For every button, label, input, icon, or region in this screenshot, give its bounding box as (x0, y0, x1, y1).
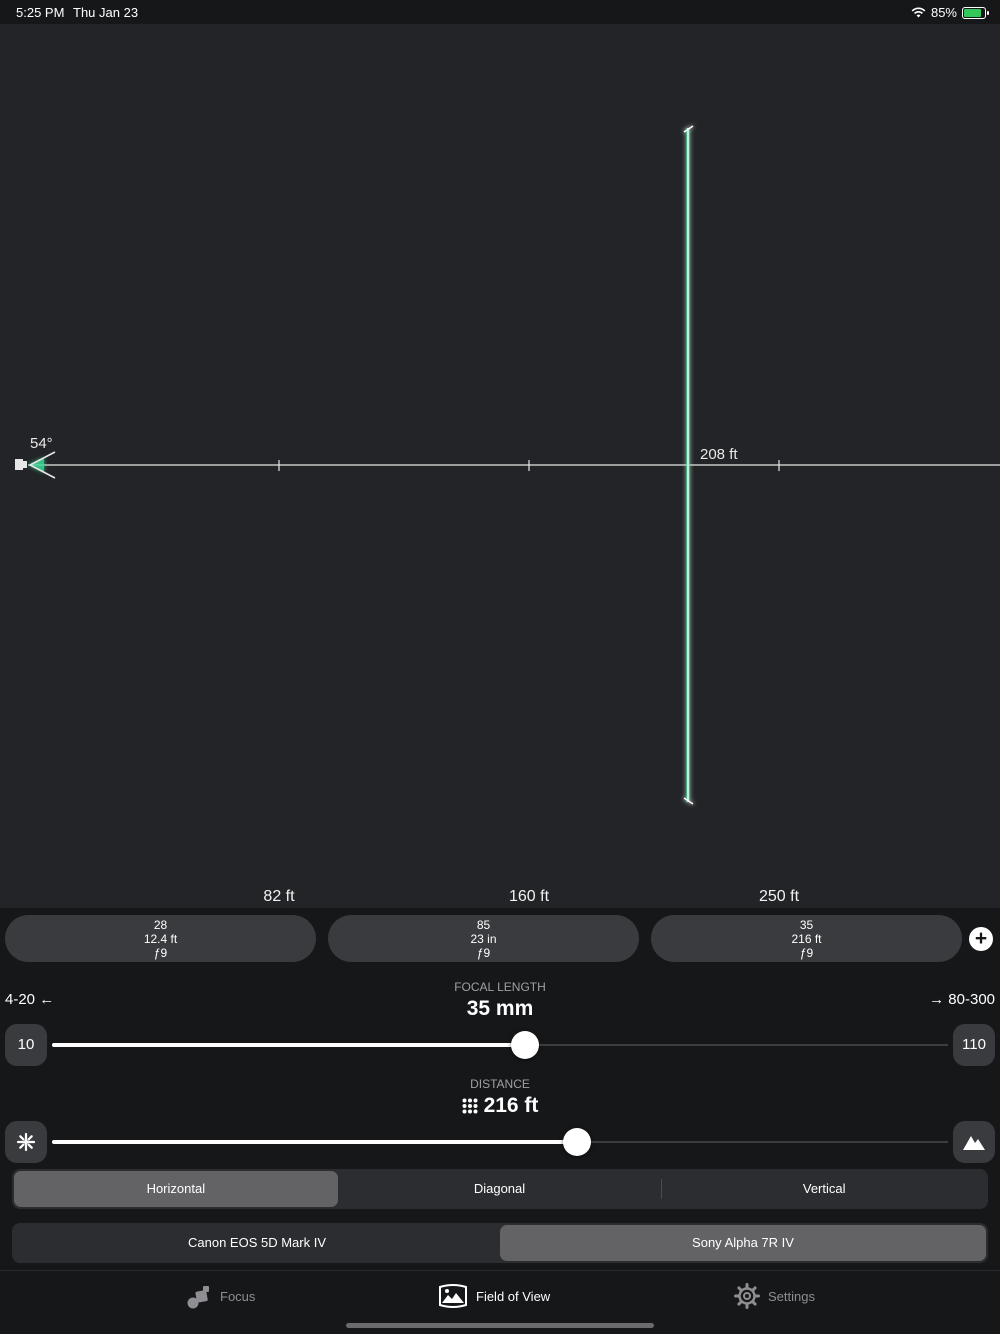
battery-charging-icon (962, 6, 989, 19)
distance-mark-1: 82 ft (263, 888, 295, 905)
preset-distance: 12.4 ft (143, 932, 178, 946)
flower-macro-icon (16, 1132, 36, 1152)
focal-length-slider[interactable] (52, 1031, 948, 1059)
view-angle-label: 54° (30, 435, 53, 452)
focal-length-slider-thumb[interactable] (511, 1031, 539, 1059)
preset-distance: 23 in (470, 932, 497, 946)
tab-settings-label: Settings (768, 1288, 815, 1304)
status-indicators: 85% (911, 5, 989, 20)
tab-settings[interactable]: Settings (734, 1283, 815, 1309)
focus-icon (187, 1286, 209, 1309)
distance-slider-fill (52, 1140, 577, 1144)
distance-label: DISTANCE (470, 1077, 530, 1091)
focal-length-label: FOCAL LENGTH (454, 980, 546, 994)
landscape-distance-button[interactable] (953, 1121, 995, 1163)
control-panel: 28 12.4 ft ƒ9 85 23 in ƒ9 35 216 ft ƒ9 +… (0, 908, 1000, 1334)
tab-bar: Focus Field of View Settings (0, 1270, 1000, 1334)
preset-aperture: ƒ9 (153, 946, 168, 960)
distance-value: 216 ft (483, 1094, 539, 1117)
tab-focus-label: Focus (220, 1288, 256, 1304)
battery-percent: 85% (930, 5, 957, 20)
home-indicator[interactable] (346, 1323, 654, 1328)
field-of-view-icon (439, 1284, 467, 1308)
focal-length-slider-fill (52, 1043, 525, 1047)
camera-segmented-control: Canon EOS 5D Mark IV Sony Alpha 7R IV (12, 1223, 988, 1263)
preset-distance: 216 ft (791, 932, 822, 946)
add-preset-button[interactable]: + (969, 927, 993, 951)
orientation-segmented-control: Horizontal Diagonal Vertical (12, 1169, 988, 1209)
preset-button-2[interactable]: 85 23 in ƒ9 (328, 915, 639, 962)
distance-slider-thumb[interactable] (563, 1128, 591, 1156)
gear-icon (734, 1283, 760, 1309)
status-date: Thu Jan 23 (73, 5, 139, 20)
preset-focal: 28 (153, 918, 168, 932)
distance-mark-3: 250 ft (758, 888, 800, 905)
preset-focal: 85 (476, 918, 491, 932)
distance-mark-2: 160 ft (508, 888, 550, 905)
status-bar: 5:25 PM Thu Jan 23 85% (0, 0, 1000, 24)
segment-camera-canon[interactable]: Canon EOS 5D Mark IV (14, 1225, 500, 1261)
mountain-icon (963, 1136, 985, 1150)
battery-level (964, 8, 981, 17)
focal-max-button[interactable]: 110 (953, 1024, 995, 1066)
segment-horizontal[interactable]: Horizontal (14, 1171, 338, 1207)
preset-button-3[interactable]: 35 216 ft ƒ9 (651, 915, 962, 962)
preset-button-1[interactable]: 28 12.4 ft ƒ9 (5, 915, 316, 962)
tab-field-of-view-label: Field of View (476, 1288, 551, 1304)
tab-focus[interactable]: Focus (186, 1283, 255, 1309)
distance-slider[interactable] (52, 1128, 948, 1156)
status-time: 5:25 PM (16, 5, 65, 20)
plus-icon: + (974, 927, 988, 950)
fov-diagram (15, 125, 1000, 805)
focal-length-value: 35 mm (466, 997, 534, 1020)
preset-focal: 35 (799, 918, 814, 932)
preset-aperture: ƒ9 (476, 946, 491, 960)
preset-aperture: ƒ9 (799, 946, 814, 960)
grid-dots-icon[interactable] (462, 1098, 478, 1114)
segment-camera-sony[interactable]: Sony Alpha 7R IV (500, 1225, 986, 1261)
target-distance-label: 208 ft (700, 446, 738, 463)
distance-readout: 216 ft (0, 1094, 1000, 1118)
tab-field-of-view[interactable]: Field of View (438, 1283, 550, 1309)
segment-vertical[interactable]: Vertical (662, 1171, 986, 1207)
macro-distance-button[interactable] (5, 1121, 47, 1163)
focal-min-button[interactable]: 10 (5, 1024, 47, 1066)
segment-diagonal[interactable]: Diagonal (338, 1171, 662, 1207)
wifi-icon (911, 7, 926, 18)
field-of-view-canvas[interactable]: 54° 208 ft 82 ft 160 ft 250 ft (0, 24, 1000, 908)
